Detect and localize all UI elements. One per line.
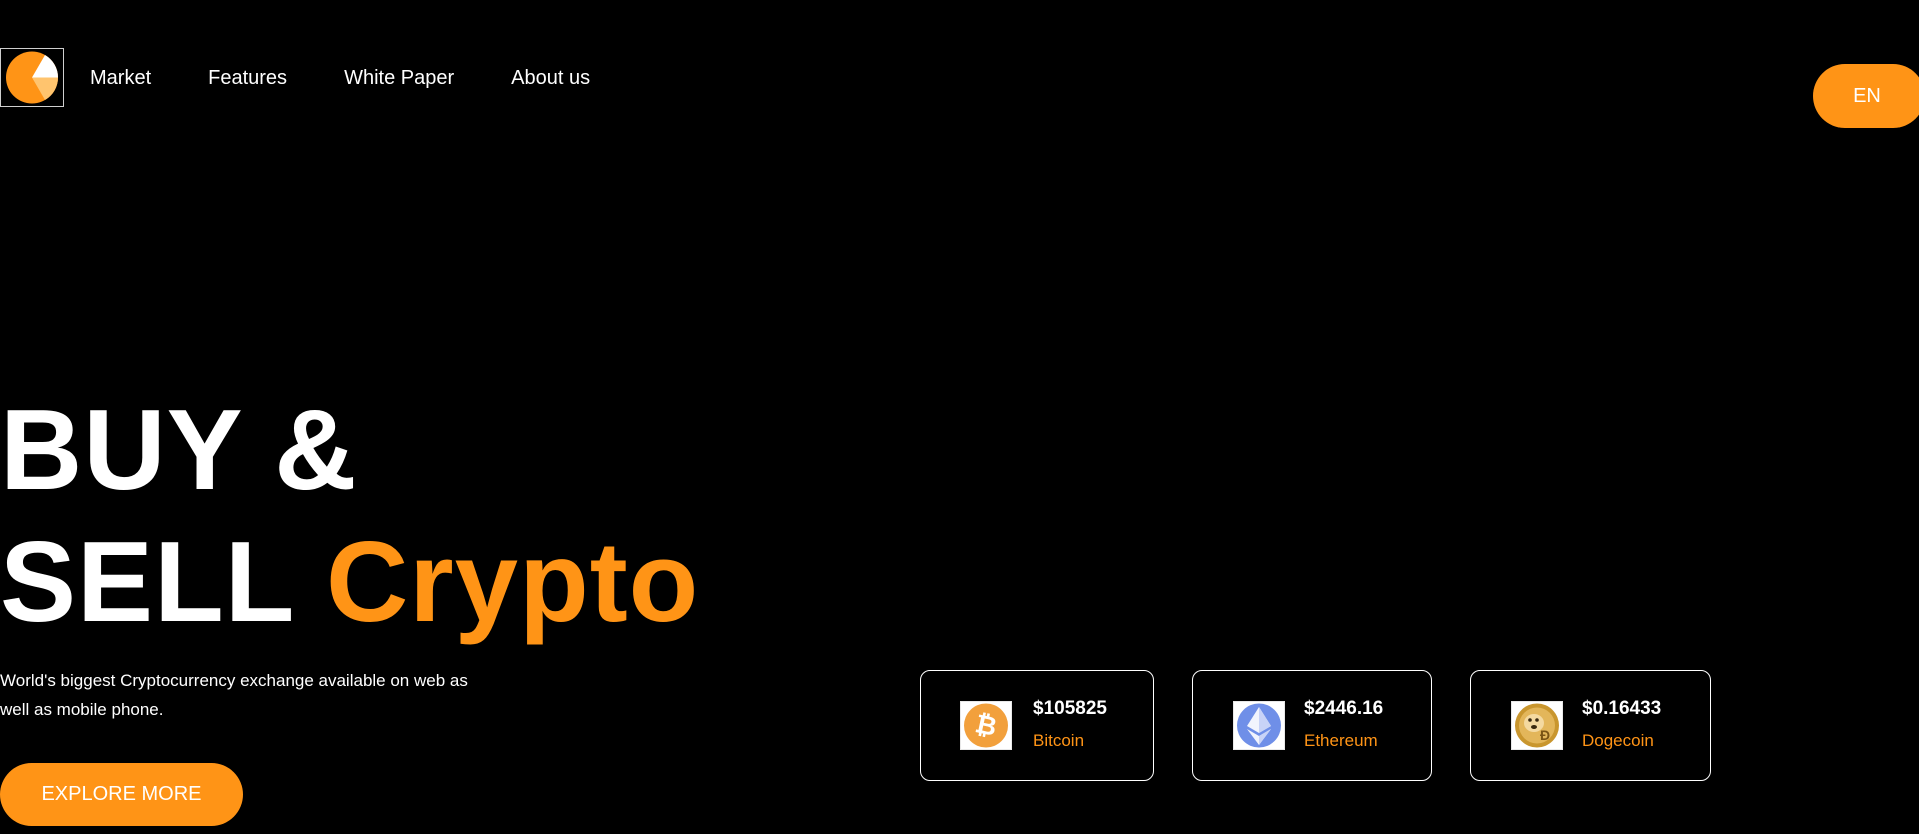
bitcoin-icon: ₿ — [960, 701, 1012, 750]
coin-card-ethereum[interactable]: $2446.16 Ethereum — [1192, 670, 1432, 781]
nav-item-market[interactable]: Market — [90, 65, 151, 91]
coin-price: $0.16433 — [1582, 698, 1662, 719]
language-button[interactable]: EN — [1813, 64, 1919, 128]
coin-name: Dogecoin — [1582, 731, 1654, 750]
coin-card-bitcoin[interactable]: ₿ $105825 Bitcoin — [920, 670, 1154, 781]
logo-icon[interactable] — [0, 48, 64, 107]
main-nav: Market Features White Paper About us — [90, 65, 647, 91]
dogecoin-icon: Ð — [1511, 701, 1563, 750]
coin-name: Bitcoin — [1033, 731, 1085, 750]
nav-item-about-us[interactable]: About us — [511, 65, 590, 91]
svg-text:Ð: Ð — [1540, 727, 1550, 743]
coin-card-dogecoin[interactable]: Ð $0.16433 Dogecoin — [1470, 670, 1711, 781]
landing-page: Market Features White Paper About us EN … — [0, 0, 1919, 834]
hero-title-line2-prefix: SELL — [0, 519, 294, 646]
ethereum-icon — [1233, 701, 1285, 750]
hero-subtitle: World's biggest Cryptocurrency exchange … — [0, 671, 468, 719]
hero-title-line1: BUY & — [0, 387, 358, 514]
nav-item-features[interactable]: Features — [208, 65, 287, 91]
hero-title: BUY & SELL Crypto — [0, 385, 699, 649]
coin-price: $105825 — [1033, 698, 1107, 719]
explore-more-button[interactable]: EXPLORE MORE — [0, 763, 243, 826]
coin-price: $2446.16 — [1304, 698, 1384, 719]
hero-title-accent: Crypto — [325, 519, 700, 646]
nav-item-white-paper[interactable]: White Paper — [344, 65, 454, 91]
coin-name: Ethereum — [1304, 731, 1378, 750]
